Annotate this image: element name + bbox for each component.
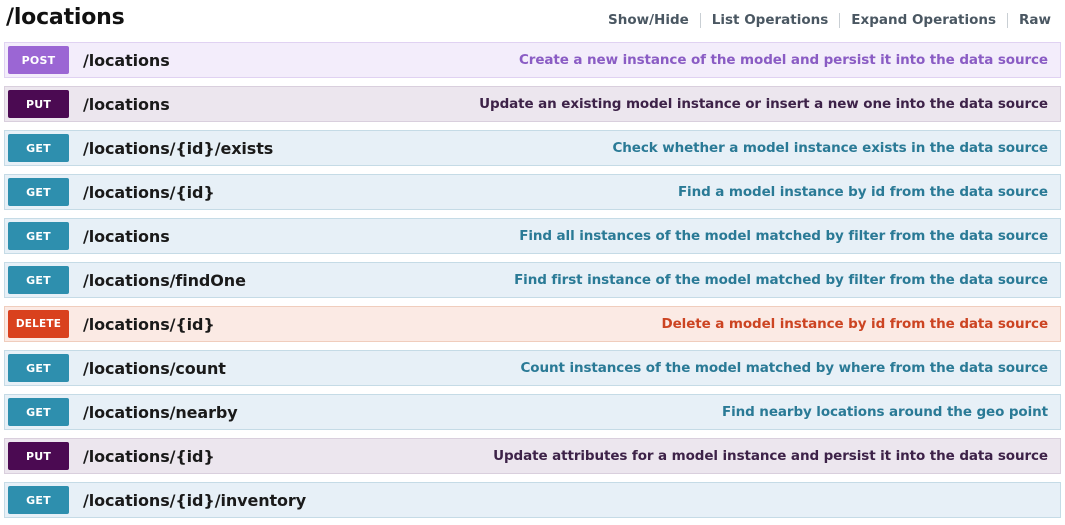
api-resource-locations: /locations Show/Hide List Operations Exp… [0, 0, 1065, 518]
endpoint-row[interactable]: GET/locations/{id}/existsCheck whether a… [4, 130, 1061, 166]
option-list-operations[interactable]: List Operations [701, 12, 839, 28]
endpoint-description: Count instances of the model matched by … [226, 351, 1060, 385]
http-method-badge: GET [8, 222, 69, 250]
endpoint-description: Find all instances of the model matched … [170, 219, 1060, 253]
http-method-badge: GET [8, 266, 69, 294]
http-method-badge: PUT [8, 442, 69, 470]
http-method-badge: GET [8, 398, 69, 426]
endpoint-path[interactable]: /locations [69, 43, 170, 77]
endpoint-path[interactable]: /locations/nearby [69, 395, 238, 429]
http-method-badge: GET [8, 134, 69, 162]
endpoint-row[interactable]: PUT/locations/{id}Update attributes for … [4, 438, 1061, 474]
endpoint-description: Update attributes for a model instance a… [215, 439, 1060, 473]
endpoint-description: Find first instance of the model matched… [246, 263, 1060, 297]
option-expand-operations[interactable]: Expand Operations [840, 12, 1007, 28]
endpoint-row[interactable]: GET/locations/countCount instances of th… [4, 350, 1061, 386]
option-raw[interactable]: Raw [1008, 12, 1055, 28]
endpoint-row[interactable]: DELETE/locations/{id}Delete a model inst… [4, 306, 1061, 342]
http-method-badge: DELETE [8, 310, 69, 338]
endpoint-description: Update an existing model instance or ins… [170, 87, 1060, 121]
endpoint-path[interactable]: /locations [69, 87, 170, 121]
http-method-badge: PUT [8, 90, 69, 118]
endpoint-description: Delete a model instance by id from the d… [215, 307, 1060, 341]
endpoint-path[interactable]: /locations/findOne [69, 263, 246, 297]
http-method-badge: GET [8, 178, 69, 206]
resource-header: /locations Show/Hide List Operations Exp… [0, 0, 1065, 42]
http-method-badge: GET [8, 486, 69, 514]
endpoint-description: Find nearby locations around the geo poi… [238, 395, 1060, 429]
endpoint-description: Find a model instance by id from the dat… [215, 175, 1060, 209]
endpoint-row[interactable]: GET/locations/nearbyFind nearby location… [4, 394, 1061, 430]
endpoint-path[interactable]: /locations [69, 219, 170, 253]
endpoint-path[interactable]: /locations/{id}/inventory [69, 483, 306, 517]
endpoint-row[interactable]: GET/locationsFind all instances of the m… [4, 218, 1061, 254]
endpoint-description: Check whether a model instance exists in… [273, 131, 1060, 165]
endpoint-path[interactable]: /locations/{id} [69, 439, 215, 473]
http-method-badge: GET [8, 354, 69, 382]
endpoint-path[interactable]: /locations/count [69, 351, 226, 385]
endpoint-row[interactable]: PUT/locationsUpdate an existing model in… [4, 86, 1061, 122]
resource-options-nav: Show/Hide List Operations Expand Operati… [597, 12, 1055, 28]
http-method-badge: POST [8, 46, 69, 74]
endpoint-path[interactable]: /locations/{id} [69, 307, 215, 341]
page-title[interactable]: /locations [6, 6, 125, 30]
endpoint-row[interactable]: GET/locations/findOneFind first instance… [4, 262, 1061, 298]
endpoint-row[interactable]: GET/locations/{id}/inventory [4, 482, 1061, 518]
endpoint-row[interactable]: POST/locationsCreate a new instance of t… [4, 42, 1061, 78]
endpoint-path[interactable]: /locations/{id} [69, 175, 215, 209]
endpoint-path[interactable]: /locations/{id}/exists [69, 131, 273, 165]
endpoint-list: POST/locationsCreate a new instance of t… [0, 42, 1065, 518]
option-show-hide[interactable]: Show/Hide [597, 12, 700, 28]
endpoint-description: Create a new instance of the model and p… [170, 43, 1060, 77]
endpoint-row[interactable]: GET/locations/{id}Find a model instance … [4, 174, 1061, 210]
endpoint-description [306, 483, 1060, 517]
